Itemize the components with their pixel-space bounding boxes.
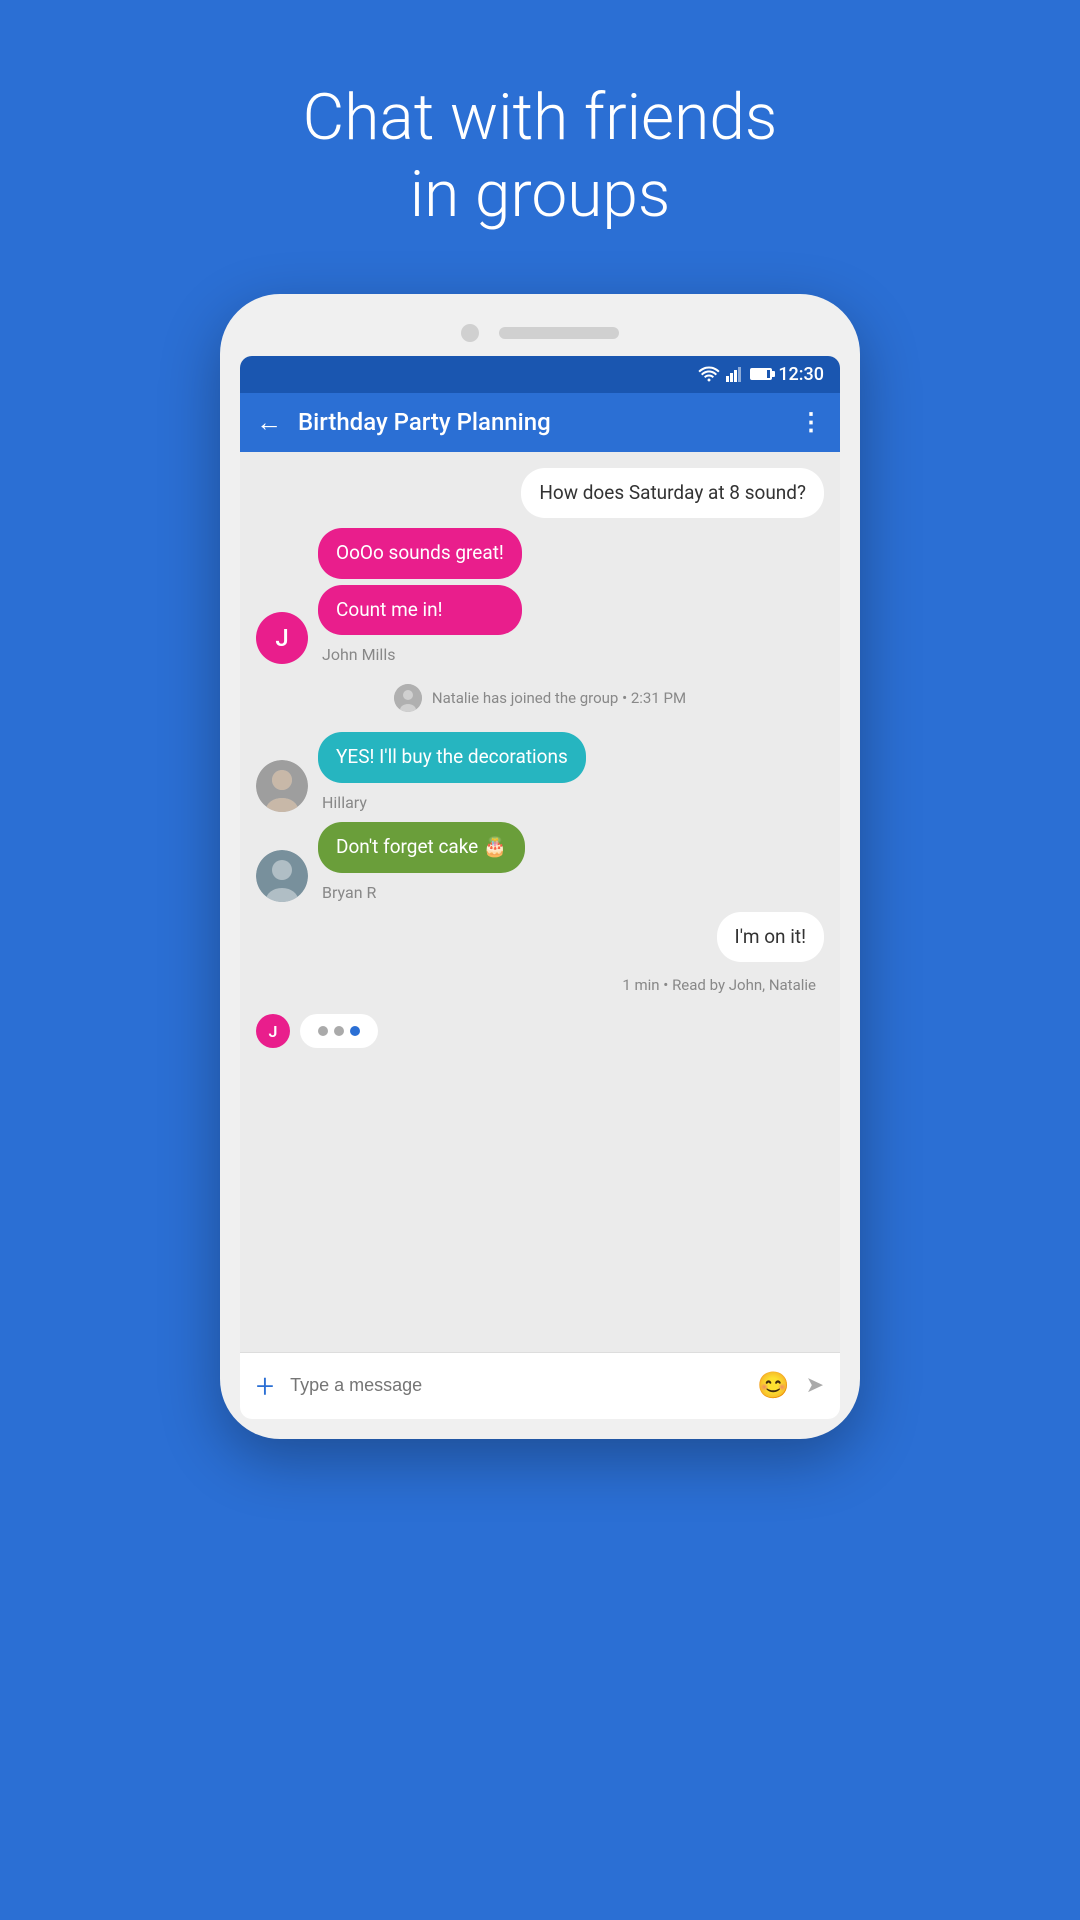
typing-dots — [300, 1014, 378, 1048]
message-bubble: Don't forget cake 🎂 — [318, 822, 525, 873]
hero-line1: Chat with friends — [303, 80, 778, 155]
message-bubble: OoOo sounds great! — [318, 528, 522, 579]
status-time: 12:30 — [778, 364, 824, 385]
phone-camera — [461, 324, 479, 342]
typing-dot — [350, 1026, 360, 1036]
message-group: OoOo sounds great! Count me in! John Mil… — [318, 528, 522, 664]
message-status: 1 min • Read by John, Natalie — [256, 976, 824, 994]
message-sender: Hillary — [322, 793, 586, 812]
message-bubble: How does Saturday at 8 sound? — [521, 468, 824, 519]
avatar — [256, 850, 308, 902]
message-sender: Bryan R — [322, 883, 525, 902]
typing-dot — [334, 1026, 344, 1036]
hero-title: Chat with friends in groups — [303, 80, 778, 234]
phone-device: 12:30 ← Birthday Party Planning ⋮ How do… — [220, 294, 860, 1439]
send-button[interactable]: ➤ — [806, 1373, 824, 1398]
system-avatar — [394, 684, 422, 712]
input-bar: + 😊 ➤ — [240, 1352, 840, 1419]
message-row: YES! I'll buy the decorations Hillary — [256, 732, 824, 812]
message-bubble: YES! I'll buy the decorations — [318, 732, 586, 783]
message-group: Don't forget cake 🎂 Bryan R — [318, 822, 525, 902]
system-message-text: Natalie has joined the group • 2:31 PM — [432, 689, 686, 707]
phone-speaker — [499, 327, 619, 339]
battery-icon — [750, 368, 772, 380]
signal-icon — [726, 366, 744, 382]
message-bubble: I'm on it! — [717, 912, 824, 963]
status-icons: 12:30 — [698, 364, 824, 385]
add-attachment-button[interactable]: + — [256, 1367, 274, 1405]
message-row: I'm on it! — [256, 912, 824, 963]
message-row: J OoOo sounds great! Count me in! John M… — [256, 528, 824, 664]
chat-area: How does Saturday at 8 sound? J OoOo sou… — [240, 452, 840, 1352]
typing-avatar: J — [256, 1014, 290, 1048]
wifi-icon — [698, 366, 720, 382]
message-row: How does Saturday at 8 sound? — [256, 468, 824, 519]
app-bar: ← Birthday Party Planning ⋮ — [240, 393, 840, 452]
phone-top — [240, 324, 840, 342]
avatar: J — [256, 612, 308, 664]
avatar — [256, 760, 308, 812]
back-button[interactable]: ← — [256, 407, 282, 438]
app-bar-title: Birthday Party Planning — [298, 408, 783, 436]
emoji-button[interactable]: 😊 — [757, 1371, 789, 1401]
phone-screen: 12:30 ← Birthday Party Planning ⋮ How do… — [240, 356, 840, 1419]
typing-indicator: J — [256, 1004, 824, 1058]
status-bar: 12:30 — [240, 356, 840, 393]
system-message: Natalie has joined the group • 2:31 PM — [256, 674, 824, 722]
hero-line2: in groups — [410, 157, 671, 232]
typing-dot — [318, 1026, 328, 1036]
message-input[interactable] — [290, 1375, 741, 1396]
message-row: Don't forget cake 🎂 Bryan R — [256, 822, 824, 902]
more-button[interactable]: ⋮ — [799, 408, 824, 436]
message-group: YES! I'll buy the decorations Hillary — [318, 732, 586, 812]
message-sender: John Mills — [322, 645, 522, 664]
message-bubble: Count me in! — [318, 585, 522, 636]
